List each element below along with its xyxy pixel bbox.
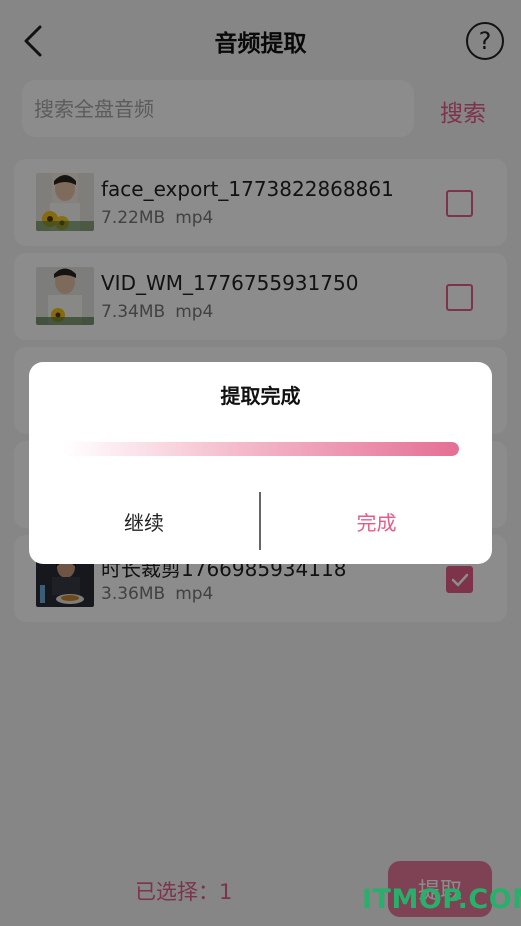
dialog-title: 提取完成 — [220, 384, 301, 408]
done-button[interactable]: 完成 — [261, 507, 492, 536]
extract-complete-dialog: 提取完成 继续 完成 — [29, 362, 492, 564]
progress-bar — [65, 442, 459, 456]
continue-button[interactable]: 继续 — [29, 507, 259, 536]
progress-fill — [65, 442, 459, 456]
watermark: ITMOP.COM — [362, 884, 521, 915]
